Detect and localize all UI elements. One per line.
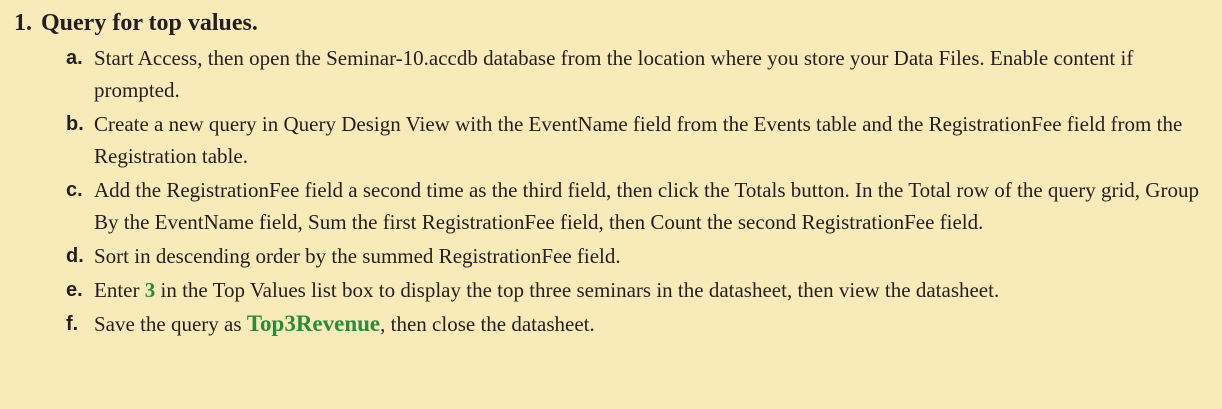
step-letter: b. [66,113,84,135]
step-text-before: Save the query as [94,312,247,336]
step-letter: a. [66,47,83,69]
step-text-after: , then close the datasheet. [380,312,595,336]
step-text-after: in the Top Values list box to display th… [155,278,1000,302]
step-b: b. Create a new query in Query Design Vi… [66,108,1208,172]
step-text: Sort in descending order by the summed R… [94,244,621,268]
step-text: Enter 3 in the Top Values list box to di… [94,274,1208,306]
step-text: Save the query as Top3Revenue, then clos… [94,308,1208,340]
step-e: e. Enter 3 in the Top Values list box to… [66,274,1208,306]
exercise-panel: 1. Query for top values. a. Start Access… [0,0,1222,409]
exercise-title: Query for top values. [41,10,258,36]
exercise-heading: 1. Query for top values. [14,6,1208,40]
step-letter: e. [66,279,83,301]
step-text: Start Access, then open the Seminar-10.a… [94,46,1134,102]
exercise-number: 1. [14,10,32,36]
step-c: c. Add the RegistrationFee field a secon… [66,174,1208,238]
step-letter: c. [66,179,83,201]
step-d: d. Sort in descending order by the summe… [66,240,1208,272]
step-f: f. Save the query as Top3Revenue, then c… [66,308,1208,340]
step-text: Add the RegistrationFee field a second t… [94,178,1199,234]
step-text-before: Enter [94,278,145,302]
top-values-number: 3 [144,278,156,302]
step-a: a. Start Access, then open the Seminar-1… [66,42,1208,106]
step-text: Create a new query in Query Design View … [94,112,1183,168]
step-letter: f. [66,313,79,335]
step-letter: d. [66,245,84,267]
query-name: Top3Revenue [246,311,381,336]
step-list: a. Start Access, then open the Seminar-1… [14,42,1208,340]
